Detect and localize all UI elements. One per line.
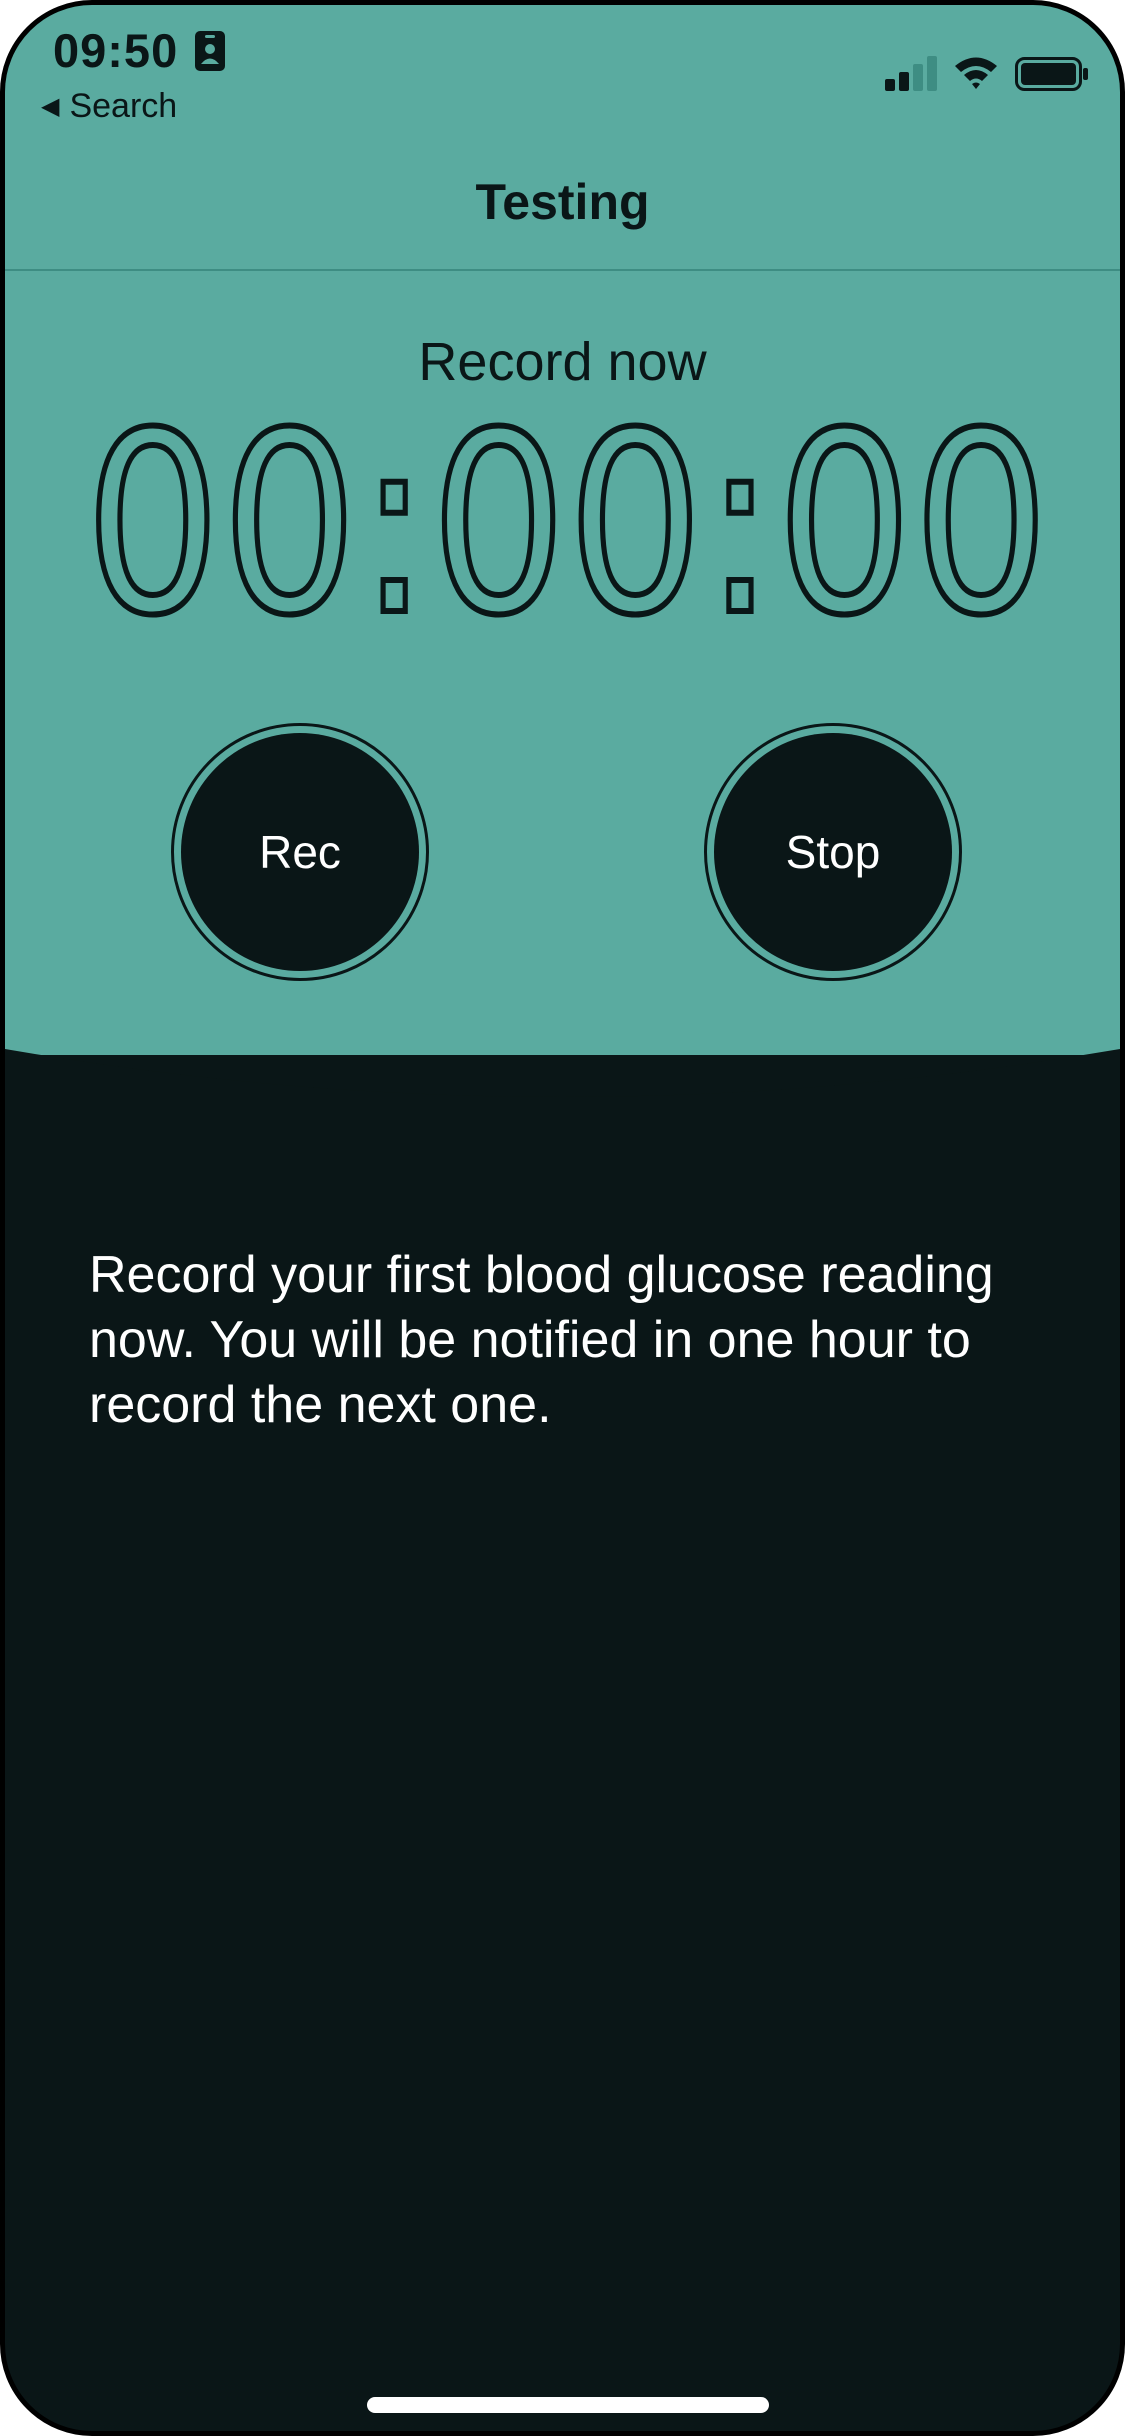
rec-button-face: Rec — [181, 733, 419, 971]
contact-card-icon — [195, 31, 225, 71]
instruction-text: Record your first blood glucose reading … — [89, 1246, 994, 1434]
page-title: Testing — [475, 174, 650, 230]
stop-button-face: Stop — [714, 733, 952, 971]
nav-divider — [5, 269, 1120, 271]
signal-icon — [885, 56, 937, 91]
rec-button-label: Rec — [259, 826, 341, 878]
stop-button-label: Stop — [785, 826, 881, 878]
timer-display: 00:00:00 — [82, 415, 1053, 630]
wifi-icon — [955, 57, 997, 89]
back-triangle-icon: ◀ — [41, 92, 60, 120]
stop-button[interactable]: Stop — [704, 723, 962, 981]
back-link-label: Search — [69, 87, 178, 125]
timer-label: Record now — [418, 332, 707, 392]
home-indicator[interactable] — [367, 2397, 769, 2413]
battery-icon — [1015, 57, 1088, 91]
status-time: 09:50 — [53, 24, 179, 77]
panel-curve — [5, 1049, 1120, 1115]
phone-screen: 09:50 ◀ Search Testing Record now 00:00:… — [0, 0, 1125, 2436]
rec-button[interactable]: Rec — [171, 723, 429, 981]
back-to-search-link[interactable]: ◀ Search — [41, 87, 177, 126]
timer-value: 00:00:00 — [85, 415, 1050, 630]
